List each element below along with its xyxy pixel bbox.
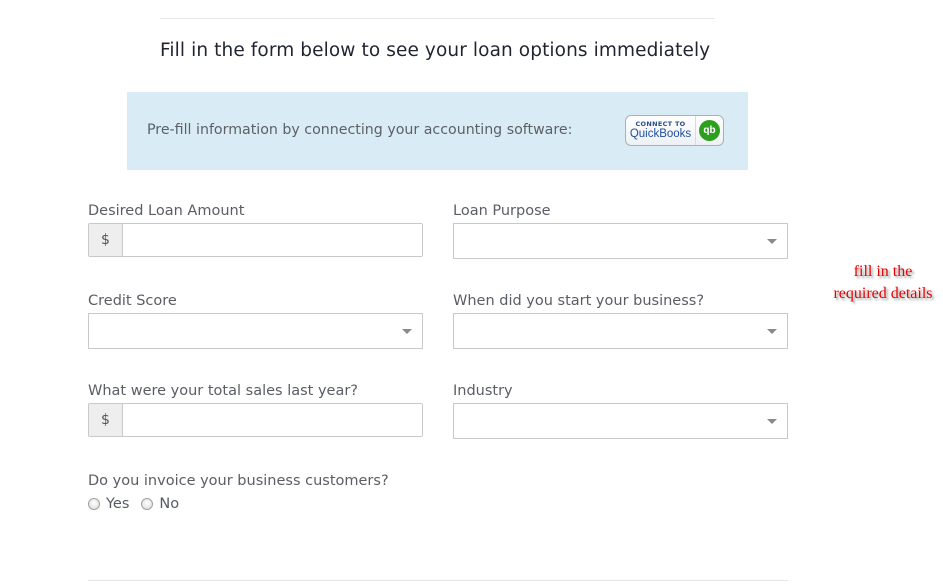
radio-option-no[interactable]: No [141,496,179,512]
total-sales-group: $ [88,403,423,437]
loan-purpose-label: Loan Purpose [453,203,551,219]
desired-loan-amount-input[interactable] [123,224,422,256]
industry-select[interactable] [453,403,788,439]
loan-purpose-select[interactable] [453,223,788,259]
desired-loan-amount-group: $ [88,223,423,257]
prefill-text: Pre-fill information by connecting your … [147,122,573,138]
radio-yes[interactable] [88,498,100,510]
credit-score-select[interactable] [88,313,423,349]
top-divider [160,18,715,19]
radio-no-label: No [159,496,180,512]
radio-yes-label: Yes [106,496,130,512]
dollar-addon: $ [89,224,123,256]
quickbooks-logo-icon: qb [699,120,720,141]
connect-to-label: CONNECT TO [635,120,686,128]
chevron-down-icon [767,419,777,424]
chevron-down-icon [402,329,412,334]
annotation-callout: fill in the required details [818,261,943,305]
business-start-label: When did you start your business? [453,293,705,309]
desired-loan-amount-label: Desired Loan Amount [88,203,245,219]
business-start-select[interactable] [453,313,788,349]
page-headline: Fill in the form below to see your loan … [160,40,711,61]
quickbooks-button-text: CONNECT TO QuickBooks [626,116,696,145]
radio-option-yes[interactable]: Yes [88,496,129,512]
invoice-customers-label: Do you invoice your business customers? [88,473,389,489]
industry-label: Industry [453,383,513,399]
total-sales-label: What were your total sales last year? [88,383,358,399]
prefill-banner: Pre-fill information by connecting your … [127,92,748,170]
annotation-line-1: fill in the [853,263,913,280]
chevron-down-icon [767,239,777,244]
bottom-divider [88,580,788,581]
connect-quickbooks-button[interactable]: CONNECT TO QuickBooks qb [625,115,724,146]
radio-no[interactable] [141,498,154,510]
annotation-line-2: required details [833,285,933,302]
invoice-customers-radio-group: Yes No [88,496,191,512]
credit-score-label: Credit Score [88,293,177,309]
chevron-down-icon [767,329,777,334]
total-sales-input[interactable] [123,404,422,436]
dollar-addon: $ [89,404,123,436]
quickbooks-label: QuickBooks [629,128,692,140]
